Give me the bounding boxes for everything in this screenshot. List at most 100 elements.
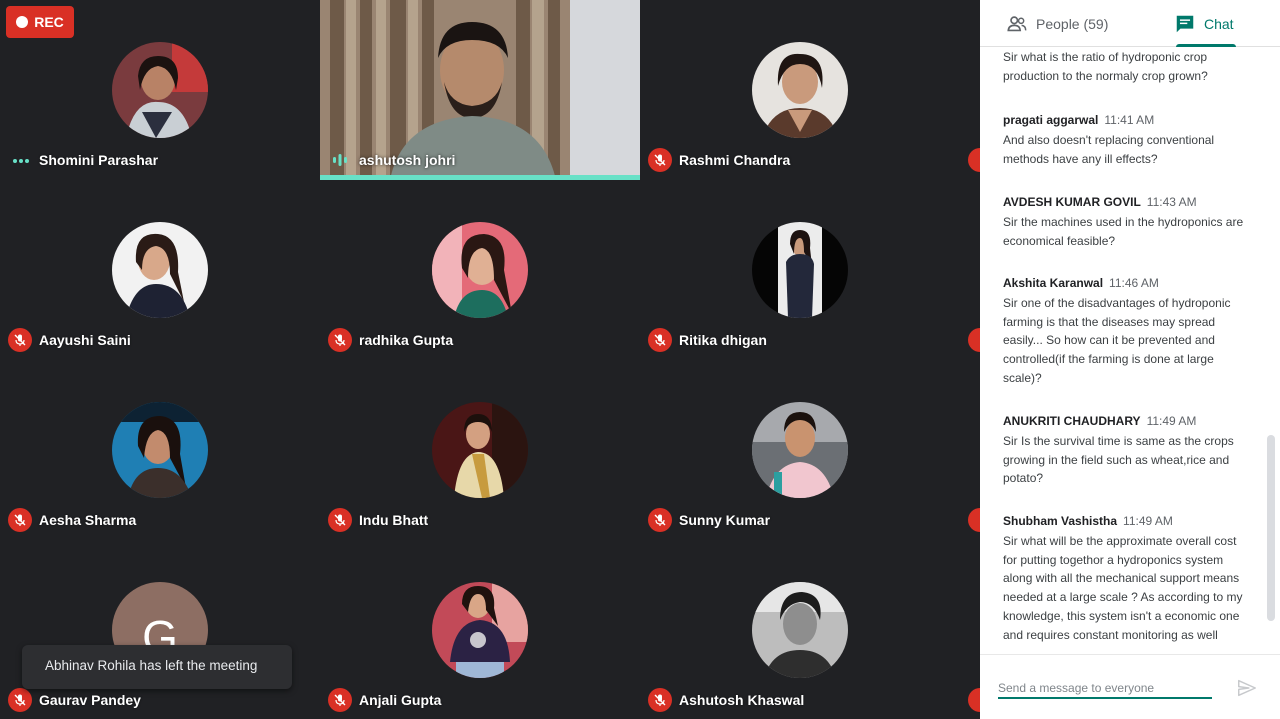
message-header: Shubham Vashistha 11:49 AM — [1003, 514, 1253, 528]
participant-tile[interactable]: Indu Bhatt — [320, 360, 640, 540]
message-text: Sir what will be the approximate overall… — [1003, 534, 1243, 642]
more-options-icon[interactable] — [12, 158, 30, 164]
avatar — [432, 582, 528, 678]
avatar — [112, 222, 208, 318]
participant-tile[interactable]: Aesha Sharma — [0, 360, 320, 540]
participant-tile[interactable]: Ashutosh Khaswal — [640, 540, 960, 719]
avatar — [112, 42, 208, 138]
message-header: ANUKRITI CHAUDHARY 11:49 AM — [1003, 414, 1253, 428]
message-sender: ANUKRITI CHAUDHARY — [1003, 414, 1141, 428]
chat-scrollbar[interactable] — [1267, 435, 1275, 621]
chat-message: Sir what is the ratio of hydroponic crop… — [1003, 48, 1253, 85]
tab-chat[interactable]: Chat — [1174, 0, 1236, 47]
message-text: Sir one of the disadvantages of hydropon… — [1003, 296, 1231, 385]
participant-tile[interactable]: Shomini Parashar — [0, 0, 320, 180]
participant-name: Shomini Parashar — [39, 152, 159, 168]
mic-muted-indicator — [648, 328, 672, 352]
participant-tile[interactable]: radhika Gupta — [320, 180, 640, 360]
mic-muted-indicator — [8, 688, 32, 712]
mic-muted-indicator — [8, 328, 32, 352]
message-text: Sir the machines used in the hydroponics… — [1003, 215, 1244, 248]
mic-muted-indicator — [648, 148, 672, 172]
avatar — [752, 42, 848, 138]
message-header: pragati aggarwal 11:41 AM — [1003, 113, 1253, 127]
mic-off-icon — [334, 334, 346, 346]
message-text: And also doesn't replacing conventional … — [1003, 133, 1215, 166]
participant-name: Aesha Sharma — [39, 512, 137, 528]
mic-muted-indicator — [648, 688, 672, 712]
participant-name: Indu Bhatt — [359, 512, 429, 528]
mic-off-icon — [14, 694, 26, 706]
notification-toast: Abhinav Rohila has left the meeting — [22, 645, 292, 689]
participant-name: Rashmi Chandra — [679, 152, 791, 168]
participant-name: Ritika dhigan — [679, 332, 767, 348]
message-sender: pragati aggarwal — [1003, 113, 1099, 127]
avatar — [112, 402, 208, 498]
participant-name: Aayushi Saini — [39, 332, 131, 348]
mic-off-icon — [334, 514, 346, 526]
participant-name: Ashutosh Khaswal — [679, 692, 805, 708]
mic-off-icon — [14, 514, 26, 526]
people-icon — [1007, 15, 1027, 31]
mic-off-icon — [654, 154, 666, 166]
mic-off-icon — [654, 694, 666, 706]
panel-tabs: People (59) Chat — [980, 0, 1280, 47]
participant-name: Anjali Gupta — [359, 692, 442, 708]
message-time: 11:49 AM — [1123, 514, 1173, 528]
hidden-tile-mic-indicator — [968, 148, 980, 172]
mic-off-icon — [654, 334, 666, 346]
message-sender: Akshita Karanwal — [1003, 276, 1104, 290]
mic-off-icon — [654, 514, 666, 526]
speaker-name: ashutosh johri — [359, 152, 456, 168]
avatar — [752, 582, 848, 678]
tab-people[interactable]: People (59) — [1006, 0, 1108, 47]
message-text: Sir what is the ratio of hydroponic crop… — [1003, 50, 1208, 83]
participant-tile[interactable]: Rashmi Chandra — [640, 0, 960, 180]
participant-name: Gaurav Pandey — [39, 692, 141, 708]
participant-tile[interactable]: Ritika dhigan — [640, 180, 960, 360]
mic-off-icon — [14, 334, 26, 346]
hidden-tile-mic-indicator — [968, 328, 980, 352]
participant-tile[interactable]: Sunny Kumar — [640, 360, 960, 540]
hidden-tile-mic-indicator — [968, 508, 980, 532]
active-speaker-video[interactable]: ashutosh johri — [320, 0, 640, 180]
message-time: 11:49 AM — [1146, 414, 1197, 428]
message-input[interactable] — [998, 679, 1212, 699]
message-composer — [980, 654, 1280, 719]
mic-muted-indicator — [648, 508, 672, 532]
message-time: 11:46 AM — [1109, 276, 1159, 290]
message-header: AVDESH KUMAR GOVIL 11:43 AM — [1003, 195, 1253, 209]
participant-tile[interactable]: G Gaurav Pandey — [0, 540, 320, 719]
mic-muted-indicator — [328, 508, 352, 532]
participant-name: Sunny Kumar — [679, 512, 771, 528]
mic-muted-indicator — [8, 508, 32, 532]
chat-icon — [1176, 15, 1194, 32]
send-icon[interactable] — [1236, 677, 1258, 699]
chat-message: AVDESH KUMAR GOVIL 11:43 AM Sir the machi… — [1003, 195, 1253, 250]
mic-muted-indicator — [328, 688, 352, 712]
chat-panel: People (59) Chat Sir what is the ratio o… — [980, 0, 1280, 719]
participant-tile[interactable]: Anjali Gupta — [320, 540, 640, 719]
tab-chat-label: Chat — [1204, 15, 1234, 32]
participant-name: radhika Gupta — [359, 332, 454, 348]
mic-off-icon — [334, 694, 346, 706]
message-text: Sir Is the survival time is same as the … — [1003, 434, 1234, 486]
meeting-grid: REC Shomini Parashar ashutosh johri Rash… — [0, 0, 980, 719]
message-sender: AVDESH KUMAR GOVIL — [1003, 195, 1141, 209]
chat-message: Akshita Karanwal 11:46 AM Sir one of the … — [1003, 276, 1253, 388]
speaking-indicator-icon — [333, 154, 347, 166]
avatar — [432, 222, 528, 318]
tab-people-label: People (59) — [1036, 15, 1109, 32]
participant-tile[interactable]: Aayushi Saini — [0, 180, 320, 360]
chat-messages[interactable]: Sir what is the ratio of hydroponic crop… — [980, 48, 1280, 654]
chat-message: ANUKRITI CHAUDHARY 11:49 AM Sir Is the su… — [1003, 414, 1253, 488]
avatar — [752, 222, 848, 318]
message-sender: Shubham Vashistha — [1003, 514, 1118, 528]
message-header: Akshita Karanwal 11:46 AM — [1003, 276, 1253, 290]
message-time: 11:41 AM — [1104, 113, 1155, 127]
active-tab-indicator — [1176, 44, 1236, 47]
chat-message: Shubham Vashistha 11:49 AM Sir what will … — [1003, 514, 1253, 644]
avatar — [432, 402, 528, 498]
avatar — [752, 402, 848, 498]
chat-message: pragati aggarwal 11:41 AM And also doesn'… — [1003, 113, 1253, 168]
